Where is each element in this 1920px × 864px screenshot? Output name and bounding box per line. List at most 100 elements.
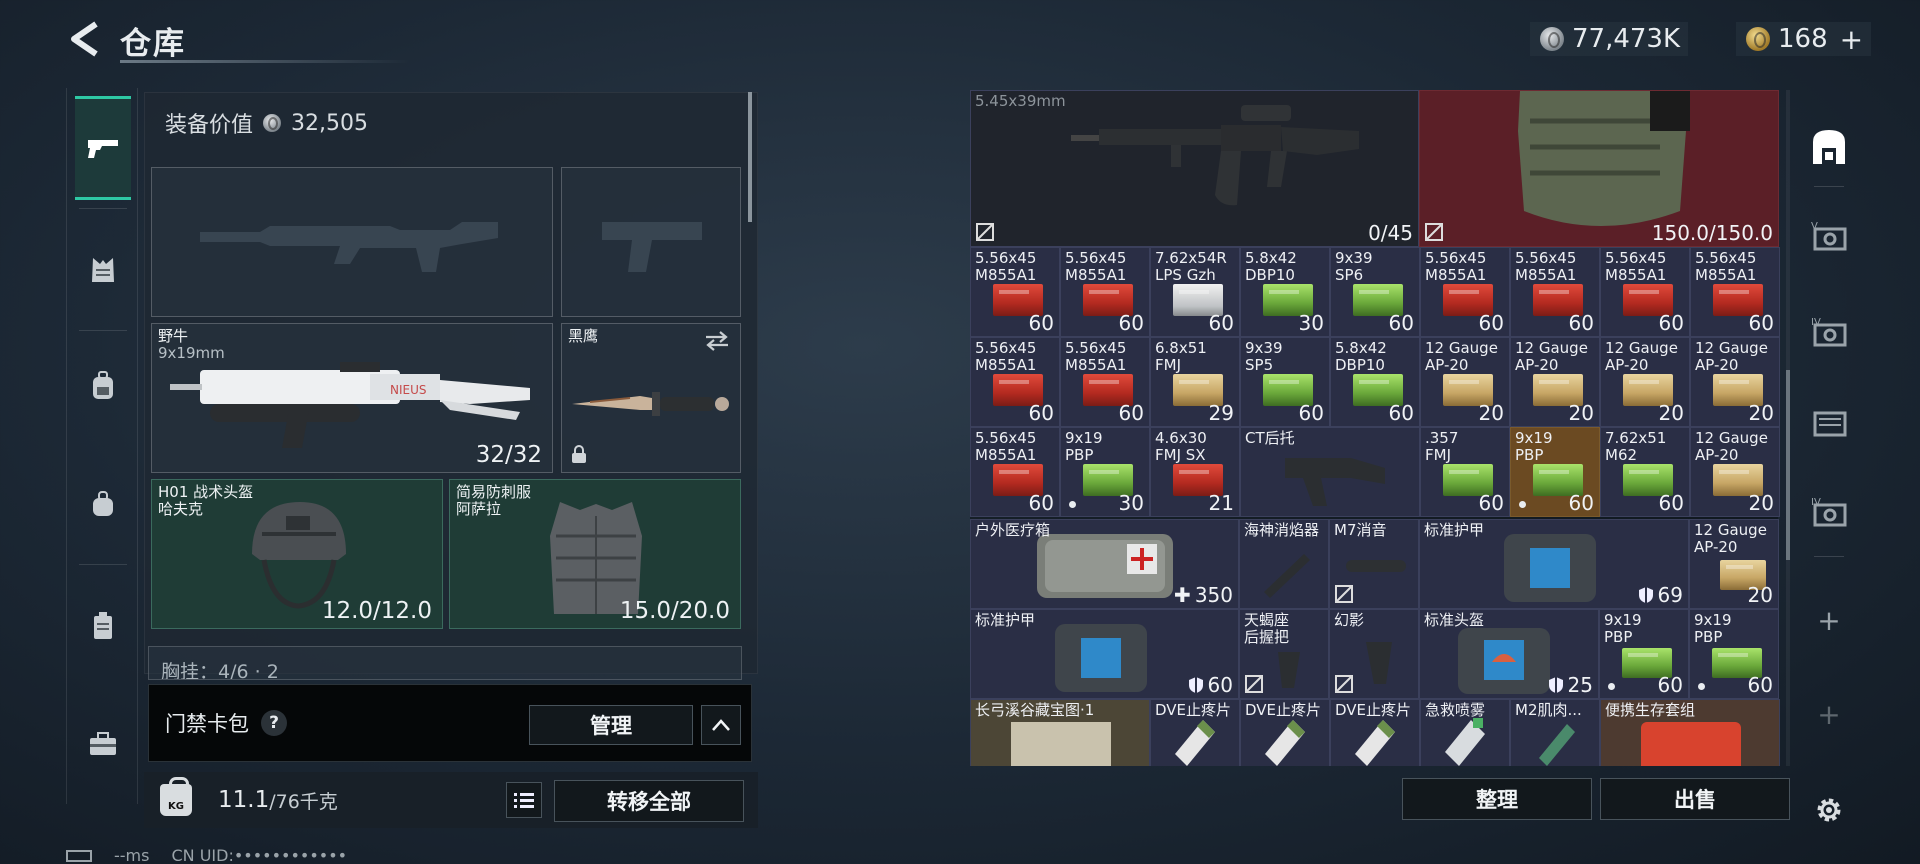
item-name: 5.56x45 M855A1 [975,249,1037,284]
stash-item[interactable]: 5.56x45 M855A1 60 [1510,247,1600,337]
primary-weapon-slot-empty[interactable] [151,167,553,317]
stash-item[interactable]: 5.8x42 DBP10 60 [1330,337,1420,427]
primary-weapon-slot[interactable]: 野牛 9x19mm NIEUS 32/32 [151,323,553,473]
row6-item-3: DVE止疼片 [1335,701,1412,719]
status-line: --ms CN UID:•••••••••••• [66,846,347,864]
stash-item[interactable]: 5.56x45 M855A1 60 [1060,247,1150,337]
stash-item[interactable]: 5.8x42 DBP10 30 [1240,247,1330,337]
add-currency-button[interactable]: + [1840,23,1863,56]
item-count: 60 [1118,311,1144,335]
item-name: 5.8x42 DBP10 [1245,249,1297,284]
suppressor-1-name: 海神消焰器 [1244,521,1320,539]
stash-item[interactable]: 5.56x45 M855A1 60 [1690,247,1780,337]
stash-tab-5[interactable]: V [1800,206,1858,266]
stash-item[interactable]: 12 Gauge AP-20 20 [1600,337,1690,427]
stash-item[interactable]: 5.56x45 M855A1 60 [1060,337,1150,427]
stash-item[interactable]: 9x19 PBP 30 [1060,427,1150,517]
stash-tab-4b[interactable]: IV [1800,482,1858,542]
stash-item[interactable]: CT后托 [1240,427,1420,517]
rail-toolbox[interactable] [75,692,131,796]
rail-container[interactable] [75,574,131,678]
stash-painkiller-2[interactable]: DVE止疼片 [1240,699,1330,766]
stash-item[interactable]: 12 Gauge AP-20 20 [1690,337,1780,427]
stash-painkiller-1[interactable]: DVE止疼片 [1150,699,1240,766]
stash-scrollbar[interactable] [1786,90,1790,766]
stash-item[interactable]: .357 FMJ 60 [1420,427,1510,517]
medkit-name: 户外医疗箱 [975,521,1051,539]
helmet-slot[interactable]: H01 战术头盔 哈夫克 12.0/12.0 [151,479,443,629]
stash-item[interactable]: 9x39 SP5 60 [1240,337,1330,427]
rail-weapons[interactable] [75,96,131,200]
item-count: 60 [1388,401,1414,425]
stash-item[interactable]: 12 Gauge AP-20 20 [1510,337,1600,427]
list-view-button[interactable] [506,782,542,818]
stash-item[interactable]: 9x39 SP6 60 [1330,247,1420,337]
stash-item[interactable]: 5.56x45 M855A1 60 [1420,247,1510,337]
stash-item[interactable]: 5.56x45 M855A1 60 [970,247,1060,337]
stash-suppressor-1[interactable]: 海神消焰器 [1239,519,1329,609]
stash-grip-1[interactable]: 天蝎座 后握把 [1239,609,1329,699]
stash-treasure-map[interactable]: 长弓溪谷藏宝图·1 [970,699,1150,766]
chevron-up-icon [712,719,730,731]
stash-survival-kit[interactable]: 便携生存套组 [1600,699,1780,766]
stash-shells-a[interactable]: 12 Gauge AP-20 20 [1689,519,1779,609]
rail-pouch[interactable] [75,452,131,556]
sell-button[interactable]: 出售 [1600,778,1790,820]
stash-pbp-1[interactable]: 9x19 PBP 60 [1599,609,1689,699]
stash-medkit[interactable]: 户外医疗箱 ✚ 350 [970,519,1239,609]
stash-grip-2[interactable]: 幻影 [1329,609,1419,699]
item-count: 20 [1748,401,1774,425]
stash-pbp-2[interactable]: 9x19 PBP 60 [1689,609,1779,699]
stash-helmet-b[interactable]: 标准头盔 25 [1419,609,1599,699]
equipment-panel: 装备价值 32,505 野牛 9x19mm NIEUS 32/32 黑鹰 H01… [144,92,758,674]
stash-vest[interactable]: 150.0/150.0 [1419,90,1779,247]
sort-button[interactable]: 整理 [1402,778,1592,820]
item-name: 5.56x45 M855A1 [1695,249,1757,284]
stash-item[interactable]: 5.56x45 M855A1 60 [1600,247,1690,337]
stash-painkiller-3[interactable]: DVE止疼片 [1330,699,1420,766]
armor-slot[interactable]: 简易防刺服 阿萨拉 15.0/20.0 [449,479,741,629]
weight-kg-icon: KG [160,777,192,816]
stash-armor-a[interactable]: 标准护甲 69 [1419,519,1689,609]
transfer-all-button[interactable]: 转移全部 [554,780,744,822]
stash-item[interactable]: 5.56x45 M855A1 60 [970,337,1060,427]
item-count: 20 [1658,401,1684,425]
stash-armor-b[interactable]: 标准护甲 60 [970,609,1239,699]
marker-dot [1069,501,1076,508]
stash-item[interactable]: 12 Gauge AP-20 20 [1690,427,1780,517]
rail-backpack[interactable] [75,334,131,438]
equipment-value: 装备价值 32,505 [165,107,368,139]
stash-item[interactable]: 5.56x45 M855A1 60 [970,427,1060,517]
stash-item[interactable]: 7.62x54R LPS Gzh 60 [1150,247,1240,337]
stash-rifle[interactable]: 5.45x39mm 0/45 [970,90,1419,247]
helmet-b-durability: 25 [1567,673,1593,697]
add-stash-tab-button-disabled[interactable]: + [1800,684,1858,744]
item-count: 60 [1028,491,1054,515]
stash-item[interactable]: 12 Gauge AP-20 20 [1420,337,1510,427]
melee-slot[interactable]: 黑鹰 [561,323,741,473]
stash-tab-4a[interactable]: IV [1800,302,1858,362]
equipment-value-amount: 32,505 [291,110,368,136]
help-icon[interactable]: ? [261,710,287,736]
swap-icon[interactable] [704,330,730,352]
add-stash-tab-button[interactable]: + [1800,590,1858,650]
chest-rig-slot[interactable]: 胸挂：4/6 · 2 [148,646,742,680]
row6-item-5: M2肌肉... [1515,701,1582,719]
equipment-scrollbar[interactable] [748,92,752,222]
stash-item[interactable]: 7.62x51 M62 60 [1600,427,1690,517]
manage-button[interactable]: 管理 [529,705,693,745]
stash-item[interactable]: 6.8x51 FMJ 29 [1150,337,1240,427]
stash-m2-injector[interactable]: M2肌肉... [1510,699,1600,766]
pistol-slot-empty[interactable] [561,167,741,317]
stash-tab-case[interactable] [1800,392,1858,452]
settings-button[interactable] [1800,780,1858,840]
stash-item[interactable]: 4.6x30 FMJ SX 21 [1150,427,1240,517]
stash-item[interactable]: 9x19 PBP 60 [1510,427,1600,517]
rifle-caliber: 5.45x39mm [975,92,1066,110]
collapse-button[interactable] [701,705,741,745]
back-arrow-icon[interactable] [66,20,100,58]
stash-suppressor-2[interactable]: M7消音 [1329,519,1419,609]
rail-chest-rig[interactable] [75,218,131,322]
stash-first-aid-spray[interactable]: 急救喷雾 [1420,699,1510,766]
stash-tab-main[interactable] [1800,116,1858,176]
